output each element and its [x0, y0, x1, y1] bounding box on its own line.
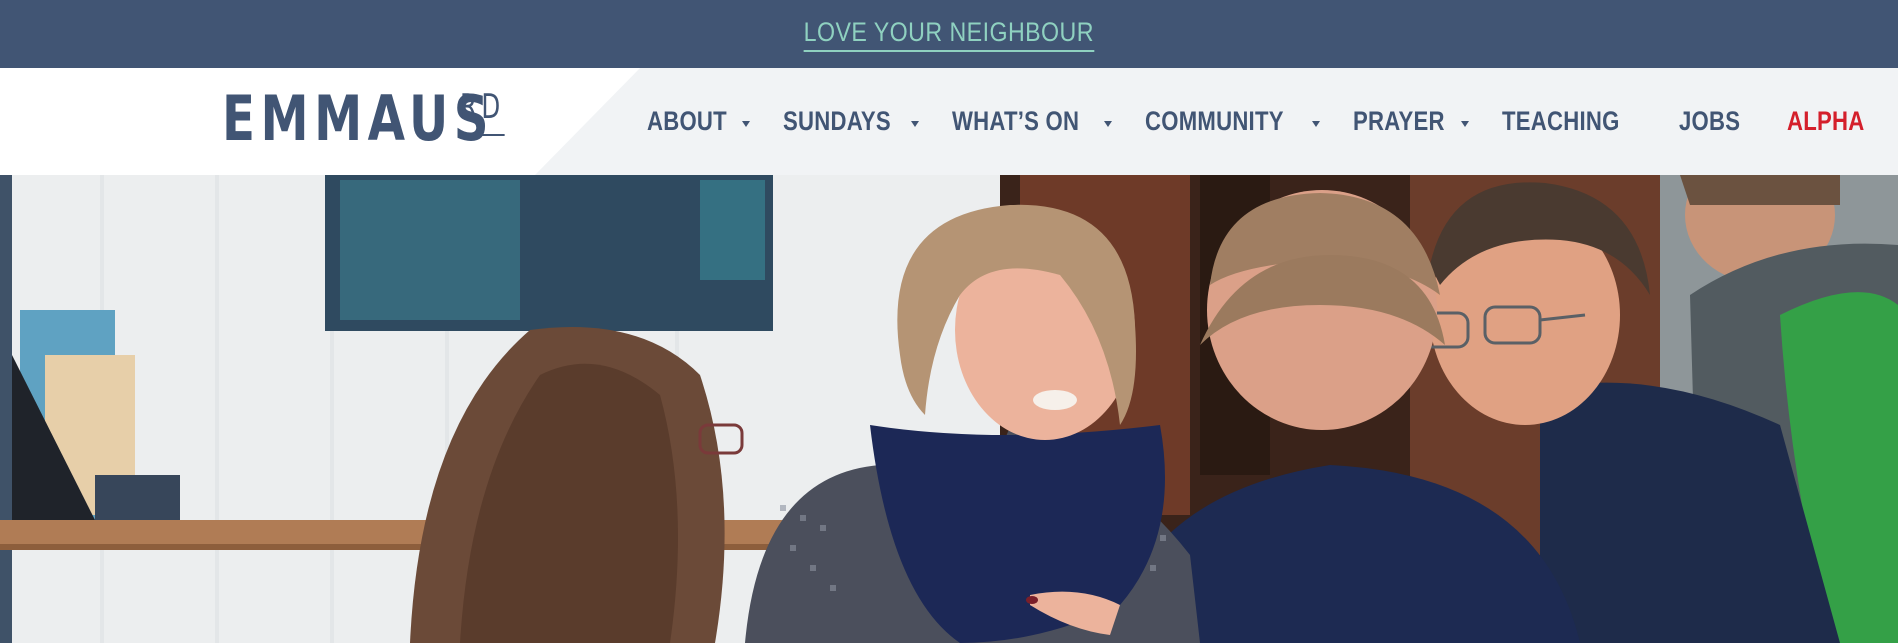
caret-down-icon	[1461, 120, 1470, 127]
logo-wordmark: EMMAUS	[222, 82, 495, 155]
nav-item-whats-on[interactable]: WHAT’S ON	[952, 106, 1113, 137]
nav-label: ABOUT	[647, 106, 727, 136]
nav-item-prayer[interactable]: PRAYER	[1353, 106, 1470, 137]
nav-item-about[interactable]: ABOUT	[647, 106, 750, 137]
nav-label: PRAYER	[1352, 106, 1445, 136]
nav-item-community[interactable]: COMMUNITY	[1145, 106, 1320, 137]
nav-label: WHAT’S ON	[952, 106, 1080, 136]
logo-suffix: RD	[460, 90, 505, 136]
site-logo[interactable]: EMMAUS RD	[222, 82, 505, 158]
nav-label: SUNDAYS	[782, 106, 891, 136]
hero-image	[0, 175, 1898, 643]
hero-photo-illustration	[0, 175, 1898, 643]
nav-item-sundays[interactable]: SUNDAYS	[783, 106, 920, 137]
top-banner: LOVE YOUR NEIGHBOUR	[0, 0, 1898, 68]
caret-down-icon	[741, 120, 750, 127]
nav-label: JOBS	[1678, 106, 1741, 136]
nav-label: COMMUNITY	[1145, 106, 1285, 136]
caret-down-icon	[1104, 120, 1113, 127]
caret-down-icon	[911, 120, 920, 127]
nav-label: TEACHING	[1502, 106, 1620, 136]
nav-label: ALPHA	[1786, 106, 1865, 136]
caret-down-icon	[1311, 120, 1320, 127]
nav-item-jobs[interactable]: JOBS	[1679, 106, 1754, 137]
nav-item-teaching[interactable]: TEACHING	[1502, 106, 1645, 137]
site-header: EMMAUS RD ABOUT SUNDAYS WHAT’S ON COMMUN…	[0, 68, 1898, 175]
nav-item-alpha[interactable]: ALPHA	[1787, 106, 1882, 137]
banner-link[interactable]: LOVE YOUR NEIGHBOUR	[803, 17, 1095, 52]
main-nav: ABOUT SUNDAYS WHAT’S ON COMMUNITY PRAYER…	[647, 68, 1898, 175]
